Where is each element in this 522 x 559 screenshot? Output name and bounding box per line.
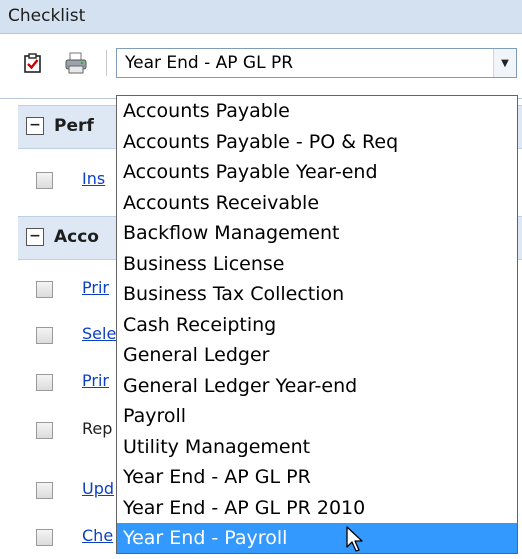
dropdown-option[interactable]: Payroll: [117, 401, 517, 432]
dropdown-arrow-icon[interactable]: ▼: [493, 49, 516, 77]
dropdown-option[interactable]: Year End - AP GL PR: [117, 462, 517, 493]
dropdown-option[interactable]: Accounts Receivable: [117, 188, 517, 219]
task-checkbox[interactable]: [36, 422, 53, 439]
checklist-icon[interactable]: [22, 52, 44, 74]
task-checkbox[interactable]: [36, 482, 53, 499]
checklist-dropdown-list[interactable]: Accounts Payable Accounts Payable - PO &…: [116, 95, 518, 554]
dropdown-option[interactable]: Utility Management: [117, 432, 517, 463]
mouse-cursor-icon: [344, 525, 374, 555]
dropdown-option[interactable]: Year End - AP GL PR 2010: [117, 493, 517, 524]
dropdown-option[interactable]: General Ledger Year-end: [117, 371, 517, 402]
checklist-select[interactable]: Year End - AP GL PR ▼: [116, 48, 517, 78]
dropdown-option[interactable]: Backflow Management: [117, 218, 517, 249]
collapse-icon[interactable]: −: [26, 228, 44, 246]
dropdown-option[interactable]: Accounts Payable: [117, 96, 517, 127]
group-title: Perf: [54, 116, 94, 136]
task-link[interactable]: Ins: [82, 169, 105, 188]
task-link[interactable]: Prir: [82, 371, 109, 390]
dropdown-option[interactable]: General Ledger: [117, 340, 517, 371]
task-checkbox[interactable]: [36, 281, 53, 298]
dropdown-option[interactable]: Accounts Payable - PO & Req: [117, 127, 517, 158]
task-link[interactable]: Prir: [82, 278, 109, 297]
task-checkbox[interactable]: [36, 374, 53, 391]
task-link[interactable]: Upd: [82, 479, 114, 498]
group-title: Acco: [54, 227, 99, 247]
checklist-title-bar: Checklist: [0, 0, 522, 34]
task-link[interactable]: Sele: [82, 324, 116, 343]
dropdown-option[interactable]: Business License: [117, 249, 517, 280]
task-text: Rep: [82, 419, 113, 438]
collapse-icon[interactable]: −: [26, 117, 44, 135]
checklist-toolbar: Year End - AP GL PR ▼: [0, 34, 522, 98]
task-checkbox[interactable]: [36, 172, 53, 189]
panel-title: Checklist: [8, 6, 86, 26]
task-checkbox[interactable]: [36, 327, 53, 344]
printer-icon[interactable]: [64, 52, 87, 74]
task-link[interactable]: Che: [82, 526, 113, 545]
dropdown-option[interactable]: Accounts Payable Year-end: [117, 157, 517, 188]
dropdown-option[interactable]: Cash Receipting: [117, 310, 517, 341]
dropdown-option-highlighted[interactable]: Year End - Payroll: [117, 523, 517, 553]
toolbar-separator: [106, 50, 107, 76]
checklist-select-value: Year End - AP GL PR: [125, 53, 294, 73]
dropdown-option[interactable]: Business Tax Collection: [117, 279, 517, 310]
task-checkbox[interactable]: [36, 529, 53, 546]
